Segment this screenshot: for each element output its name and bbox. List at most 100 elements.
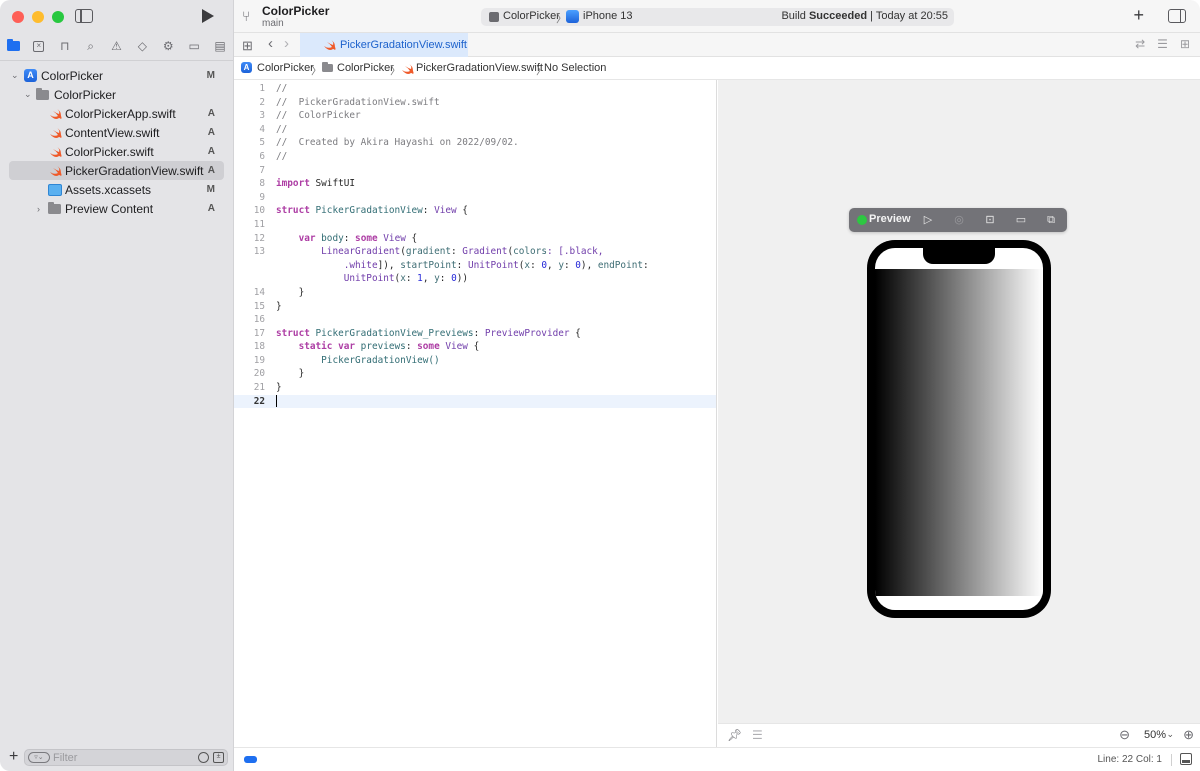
issue-navigator-tab[interactable]: ⚠ (109, 38, 125, 54)
tree-item-group[interactable]: › Preview Content A (0, 199, 233, 218)
find-navigator-tab[interactable]: ⌕ (83, 38, 99, 54)
report-navigator-tab[interactable]: ▤ (212, 38, 228, 54)
code-review-icon[interactable]: ⇄ (1135, 37, 1145, 51)
source-editor[interactable]: 1 // 2 // PickerGradationView.swift 3 // Co… (234, 80, 717, 747)
sidebar-toggle-icon[interactable] (75, 9, 93, 23)
add-editor-icon[interactable]: ⊞ (1180, 37, 1190, 51)
debug-navigator-tab[interactable]: ⚙ (160, 38, 176, 54)
punctuation: : (456, 259, 468, 271)
library-button[interactable]: + (1133, 5, 1144, 26)
editor-tab-bar: ⊞ ‹ › PickerGradationView.swift ⇄ ☰ ⊞ (234, 33, 1200, 57)
minimize-window-button[interactable] (32, 11, 44, 23)
jumpbar-item-group[interactable]: ColorPicker (337, 62, 394, 74)
chevron-right-icon[interactable]: › (37, 204, 40, 214)
filter-field[interactable]: ▿⌄ ± (24, 749, 228, 766)
module-name: SwiftUI (309, 178, 356, 190)
tree-item-project[interactable]: ⌄ A ColorPicker M (0, 66, 233, 85)
live-preview-icon[interactable]: ▷ (921, 213, 935, 227)
console-toggle-icon[interactable] (1180, 753, 1192, 765)
punctuation: : (405, 341, 418, 353)
pin-icon[interactable]: 📌︎ (727, 728, 742, 742)
duplicate-icon[interactable]: ⧉ (1044, 213, 1058, 227)
argument-label: startPoint (400, 259, 457, 271)
editor-options-icon[interactable]: ☰ (1157, 37, 1168, 51)
punctuation: { (456, 205, 468, 217)
tab-label: PickerGradationView.swift (340, 39, 467, 51)
line-number: 5 (259, 137, 265, 149)
code-line: UnitPoint(x: 1, y: 0)) (234, 272, 716, 286)
close-window-button[interactable] (12, 11, 24, 23)
tree-item-assets[interactable]: Assets.xcassets M (0, 180, 233, 199)
filter-options-icon[interactable]: ▿⌄ (28, 752, 50, 763)
symbol-navigator-tab[interactable]: ⊓ (57, 38, 73, 54)
project-navigator-tab[interactable] (5, 38, 21, 54)
run-button[interactable] (202, 9, 214, 23)
code-line: 11 (234, 218, 716, 232)
add-file-button[interactable]: + (9, 748, 18, 766)
related-items-icon[interactable]: ⊞ (242, 38, 253, 54)
branch-name[interactable]: main (262, 18, 284, 29)
variants-icon[interactable]: ☰ (752, 728, 763, 742)
line-number: 4 (259, 123, 265, 135)
line-number: 14 (253, 286, 265, 298)
number-literal: 0 (575, 259, 581, 271)
chevron-right-icon: 〉 (390, 65, 401, 77)
jumpbar-item-project[interactable]: ColorPicker (257, 62, 314, 74)
code-line: 13 LinearGradient(gradient: Gradient(col… (234, 245, 716, 259)
build-time: | Today at 20:55 (867, 10, 948, 22)
scheme-selector[interactable]: ColorPicker (503, 10, 560, 22)
breakpoint-icon: ▭ (188, 39, 200, 53)
tree-item-file[interactable]: ContentView.swift A (0, 123, 233, 142)
type-name: LinearGradient (276, 246, 401, 258)
zoom-in-icon[interactable]: ⊕ (1183, 727, 1194, 743)
preview-canvas[interactable]: Preview ▷ ◎ ⊡ ▭ ⧉ (718, 80, 1200, 723)
zoom-window-button[interactable] (52, 11, 64, 23)
scm-filter-icon[interactable]: ± (213, 752, 224, 763)
debug-area-toggle[interactable] (244, 756, 257, 763)
zoom-level[interactable]: 50% (1144, 729, 1166, 741)
inspector-toggle-icon[interactable] (1168, 9, 1186, 23)
type-name: UnitPoint (343, 273, 395, 285)
divider (0, 60, 233, 61)
argument-label: colors (513, 246, 547, 258)
scm-status-badge: M (206, 184, 215, 195)
breakpoint-navigator-tab[interactable]: ▭ (186, 38, 202, 54)
punctuation: } (276, 286, 305, 298)
code-line: 8 import SwiftUI (234, 177, 716, 191)
device-settings-icon[interactable]: ▭ (1014, 213, 1028, 227)
forward-button[interactable]: › (284, 35, 289, 52)
zoom-out-icon[interactable]: ⊖ (1119, 727, 1130, 743)
filter-input[interactable] (53, 751, 183, 764)
preview-screen (875, 248, 1043, 610)
line-number: 17 (253, 327, 265, 339)
chevron-down-icon[interactable]: ⌄ (1166, 729, 1174, 740)
selectable-icon[interactable]: ◎ (952, 213, 966, 227)
jumpbar-item-file[interactable]: PickerGradationView.swift (416, 62, 543, 74)
recent-files-icon[interactable] (198, 752, 209, 763)
property-name: previews (355, 341, 406, 353)
tab-picker-gradation-view[interactable]: PickerGradationView.swift (300, 33, 468, 57)
source-control-navigator-tab[interactable]: × (31, 38, 47, 54)
swift-file-icon (50, 166, 62, 176)
canvas-bottom-bar: 📌︎ ☰ ⊖ 50% ⌄ ⊕ (718, 723, 1200, 747)
preview-label[interactable]: Preview (869, 213, 911, 225)
chevron-down-icon[interactable]: ⌄ (24, 89, 32, 100)
keyword: static (276, 341, 333, 353)
jumpbar-item-symbol[interactable]: No Selection (544, 62, 606, 74)
run-destination-selector[interactable]: iPhone 13 (583, 10, 633, 22)
cursor-position: Line: 22 Col: 1 (1097, 754, 1163, 765)
type-name: View (445, 341, 468, 353)
code-line: 18 static var previews: some View { (234, 340, 716, 354)
tree-item-file[interactable]: ColorPicker.swift A (0, 142, 233, 161)
type-name: View (383, 232, 406, 244)
tree-item-group[interactable]: ⌄ ColorPicker (0, 85, 233, 104)
tree-item-file-selected[interactable]: PickerGradationView.swift A (9, 161, 224, 180)
tree-item-file[interactable]: ColorPickerApp.swift A (0, 104, 233, 123)
asset-catalog-icon (48, 184, 62, 196)
back-button[interactable]: ‹ (268, 35, 273, 52)
test-navigator-tab[interactable]: ◇ (134, 38, 150, 54)
rotate-icon[interactable]: ⊡ (983, 213, 997, 227)
report-icon: ▤ (214, 39, 226, 53)
chevron-down-icon[interactable]: ⌄ (11, 70, 19, 81)
project-tree: ⌄ A ColorPicker M ⌄ ColorPicker ColorPic… (0, 66, 233, 218)
